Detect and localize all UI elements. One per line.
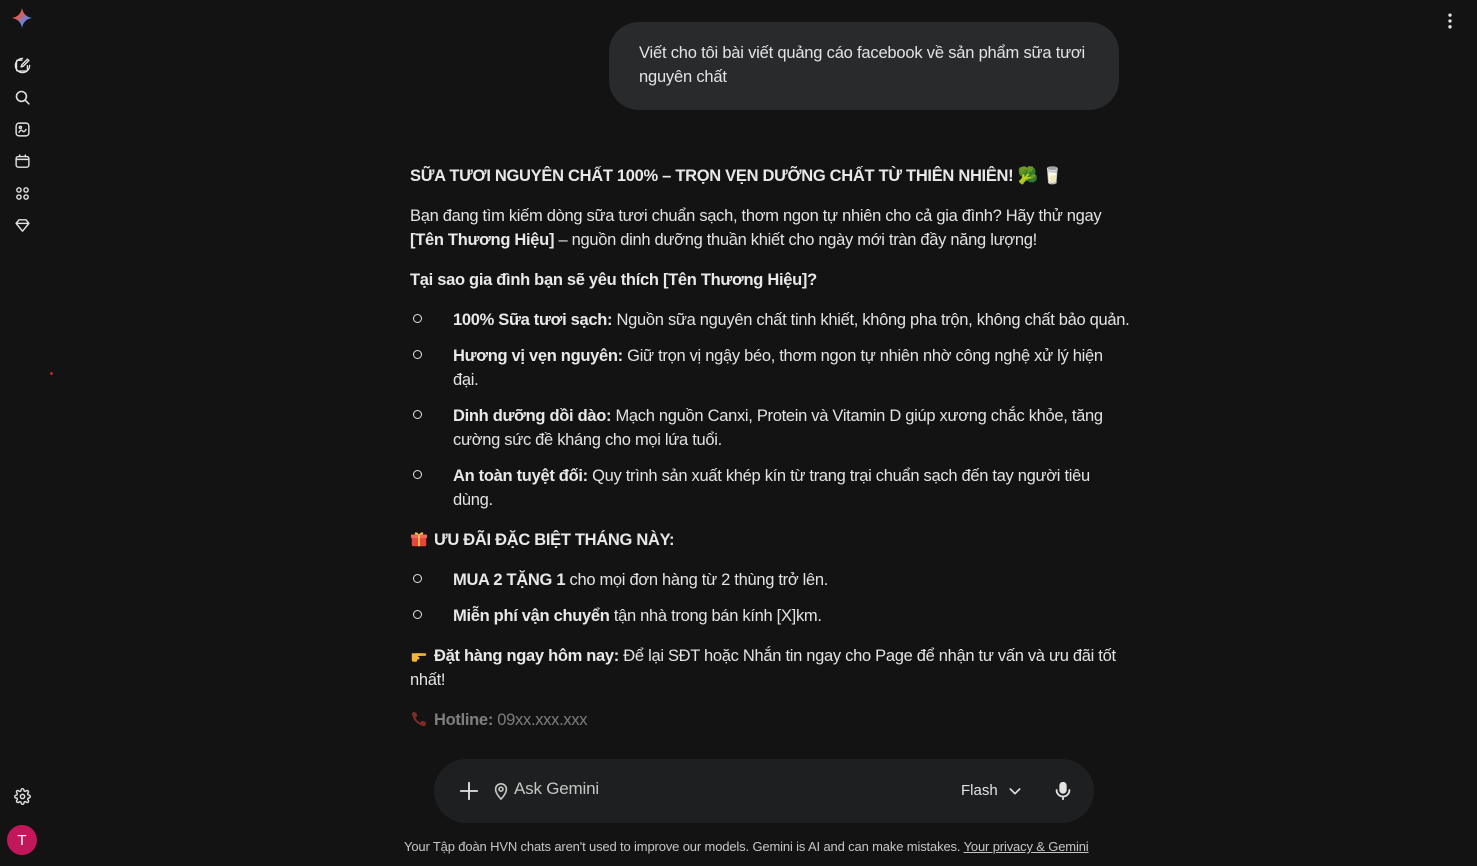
bullet-icon <box>413 314 422 323</box>
bullet-icon <box>413 410 422 419</box>
user-prompt-text: Viết cho tôi bài viết quảng cáo facebook… <box>639 44 1086 86</box>
privacy-link[interactable]: Your privacy & Gemini <box>964 839 1089 854</box>
status-dot <box>50 372 53 375</box>
offers-list: MUA 2 TẶNG 1 cho mọi đơn hàng từ 2 thùng… <box>410 568 1130 628</box>
model-selector[interactable]: Flash <box>961 782 998 799</box>
microphone-icon[interactable] <box>1052 780 1074 802</box>
why-heading: Tại sao gia đình bạn sẽ yêu thích [Tên T… <box>410 271 817 289</box>
response-headline: SỮA TƯƠI NGUYÊN CHẤT 100% – TRỌN VẸN DƯỠ… <box>410 167 1063 185</box>
call-to-action: Đặt hàng ngay hôm nay: Để lại SĐT hoặc N… <box>410 647 1116 689</box>
bullet-icon <box>413 470 422 479</box>
add-icon[interactable] <box>458 780 480 802</box>
list-item: MUA 2 TẶNG 1 cho mọi đơn hàng từ 2 thùng… <box>410 568 1130 592</box>
sidebar: T <box>0 0 53 866</box>
gallery-icon[interactable] <box>11 118 33 140</box>
list-item: 100% Sữa tươi sạch: Nguồn sữa nguyên chấ… <box>410 308 1130 332</box>
bullet-icon <box>413 610 422 619</box>
more-options-icon[interactable] <box>1439 10 1461 32</box>
gear-icon[interactable] <box>11 785 33 807</box>
offer-heading: ƯU ĐÃI ĐẶC BIỆT THÁNG NÀY: <box>410 528 1130 552</box>
footer-disclaimer: Your Tập đoàn HVN chats aren't used to i… <box>404 839 1134 854</box>
new-chat-icon[interactable] <box>11 54 33 76</box>
phone-icon <box>411 711 427 727</box>
hotline: Hotline: 09xx.xxx.xxx <box>410 708 1130 732</box>
gemini-logo-icon[interactable] <box>11 7 33 29</box>
list-item: Dinh dưỡng dồi dào: Mạch nguồn Canxi, Pr… <box>410 404 1130 452</box>
avatar[interactable]: T <box>7 825 37 855</box>
disclaimer-text: Your Tập đoàn HVN chats aren't used to i… <box>404 839 964 854</box>
model-response: SỮA TƯƠI NGUYÊN CHẤT 100% – TRỌN VẸN DƯỠ… <box>410 164 1130 748</box>
search-icon[interactable] <box>11 86 33 108</box>
notebook-icon[interactable] <box>11 150 33 172</box>
bullet-icon <box>413 574 422 583</box>
bullet-icon <box>413 350 422 359</box>
gem-icon[interactable] <box>11 214 33 236</box>
pointing-hand-icon <box>411 653 427 662</box>
prompt-input[interactable]: Ask Gemini <box>514 779 599 799</box>
response-intro: Bạn đang tìm kiếm dòng sữa tươi chuẩn sạ… <box>410 207 1102 249</box>
gift-icon <box>410 532 428 547</box>
benefits-list: 100% Sữa tươi sạch: Nguồn sữa nguyên chấ… <box>410 308 1130 512</box>
list-item: Miễn phí vận chuyển tận nhà trong bán kí… <box>410 604 1130 628</box>
list-item: Hương vị vẹn nguyên: Giữ trọn vị ngậy bé… <box>410 344 1130 392</box>
apps-icon[interactable] <box>11 182 33 204</box>
user-prompt-bubble: Viết cho tôi bài viết quảng cáo facebook… <box>609 22 1119 110</box>
list-item: An toàn tuyệt đối: Quy trình sản xuất kh… <box>410 464 1130 512</box>
chevron-down-icon[interactable] <box>1007 783 1023 799</box>
location-pin-icon[interactable] <box>493 782 509 800</box>
prompt-input-bar[interactable]: Ask Gemini Flash <box>434 759 1094 823</box>
